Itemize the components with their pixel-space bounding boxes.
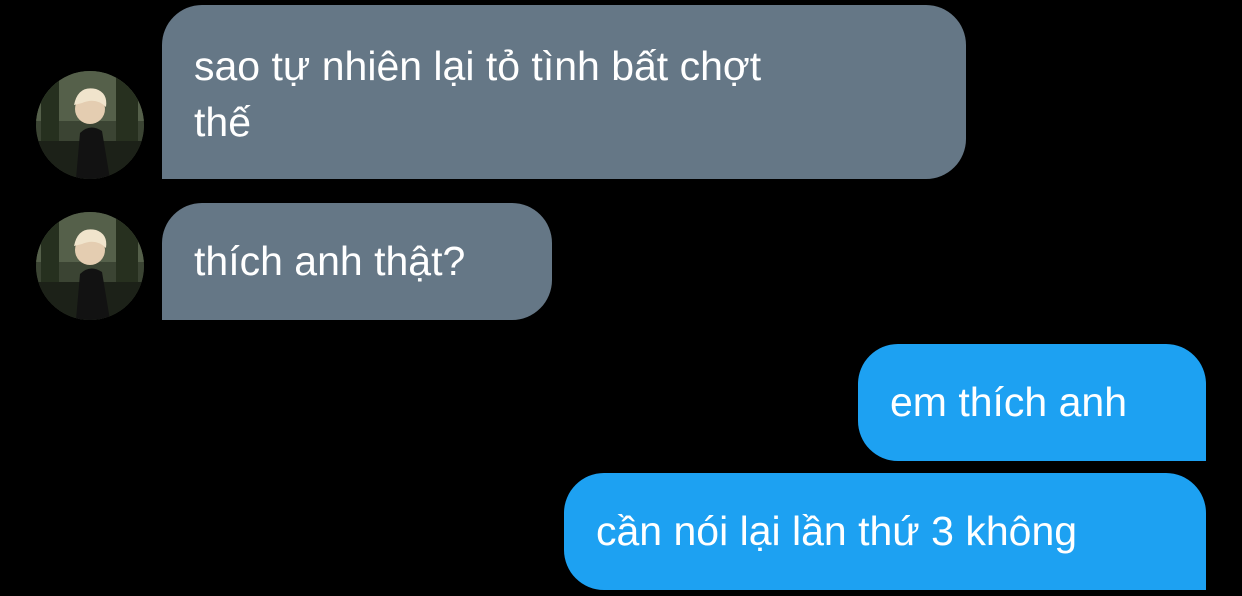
avatar[interactable]: [36, 71, 144, 179]
message-bubble-outgoing[interactable]: em thích anh: [858, 344, 1206, 461]
message-bubble-incoming[interactable]: thích anh thật?: [162, 203, 552, 320]
avatar[interactable]: [36, 212, 144, 320]
avatar-photo: [36, 212, 144, 320]
avatar-photo: [36, 71, 144, 179]
message-bubble-incoming[interactable]: sao tự nhiên lại tỏ tình bất chợt thế: [162, 5, 966, 179]
message-bubble-outgoing[interactable]: cần nói lại lần thứ 3 không: [564, 473, 1206, 590]
